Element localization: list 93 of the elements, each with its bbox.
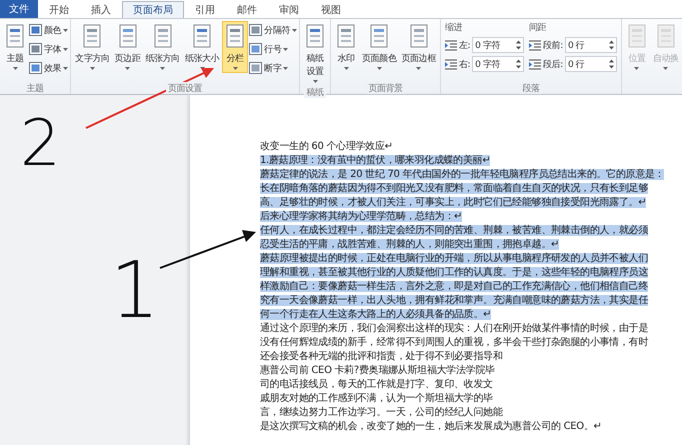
caret-icon bbox=[292, 28, 298, 32]
ribbon-button[interactable]: 字体 bbox=[29, 40, 68, 58]
ribbon-button[interactable]: 行号 bbox=[249, 40, 298, 58]
square-icon bbox=[249, 62, 262, 74]
square-icon bbox=[29, 43, 42, 55]
page-icon bbox=[116, 24, 139, 48]
ribbon-tab[interactable]: 开始 bbox=[38, 1, 80, 18]
text-line: 还会接受各种无端的批评和指责，处于得不到必要指导和 bbox=[260, 351, 503, 362]
page-icon bbox=[304, 24, 326, 48]
field-label: 段前: bbox=[543, 40, 563, 52]
group-label: 主题 bbox=[24, 82, 46, 94]
group-heading: 缩进 bbox=[444, 22, 464, 34]
spinner-arrows-icon bbox=[516, 40, 522, 50]
indent-icon bbox=[444, 58, 457, 70]
caret-icon bbox=[90, 67, 95, 70]
caret-icon bbox=[376, 67, 382, 70]
page-icon bbox=[408, 24, 430, 48]
caret-icon bbox=[283, 48, 288, 50]
page-icon bbox=[4, 24, 26, 48]
page-icon bbox=[81, 24, 104, 48]
spinner-arrows-icon bbox=[516, 59, 522, 69]
ribbon-tab[interactable]: 邮件 bbox=[226, 1, 268, 18]
ribbon-button[interactable]: 主题 bbox=[2, 21, 28, 73]
ribbon-tab[interactable]: 引用 bbox=[184, 1, 226, 18]
file-tab[interactable]: 文件 bbox=[0, 0, 38, 18]
caret-icon bbox=[63, 66, 68, 70]
ribbon-button[interactable]: 分隔符 bbox=[249, 21, 298, 39]
page-icon bbox=[368, 24, 390, 48]
ribbon-button[interactable]: 页面边框 bbox=[399, 21, 438, 73]
square-icon bbox=[29, 24, 42, 36]
ribbon-button[interactable]: 页边距 bbox=[112, 21, 142, 73]
group-label: 页面设置 bbox=[166, 82, 204, 94]
spin-field[interactable]: 0 字符 bbox=[472, 37, 524, 53]
spin-field[interactable]: 0 字符 bbox=[472, 56, 524, 72]
caret-icon bbox=[125, 67, 130, 70]
group-heading: 间距 bbox=[529, 22, 548, 34]
handwritten-number: 1 bbox=[110, 252, 160, 330]
page-icon bbox=[335, 24, 358, 48]
text-line: 通过这个原理的来历，我们会洞察出这样的现实：人们在刚开始做某件事情的时候，由于是 bbox=[260, 323, 648, 334]
text-line: 戚朋友对她的工作感到不满，认为一个斯坦福大学的毕 bbox=[260, 393, 493, 404]
page-icon bbox=[654, 24, 677, 48]
square-icon bbox=[29, 62, 42, 74]
ribbon-tab[interactable]: 视图 bbox=[310, 1, 352, 18]
ribbon-tab[interactable]: 页面布局 bbox=[122, 1, 184, 18]
field-label: 左: bbox=[458, 40, 470, 52]
indent-icon bbox=[529, 40, 542, 50]
ribbon-button[interactable]: 分栏 bbox=[222, 21, 248, 73]
caret-icon bbox=[283, 66, 288, 70]
ribbon-tab[interactable]: 审阅 bbox=[268, 1, 310, 18]
spinner-arrows-icon bbox=[608, 59, 614, 69]
field-label: 右: bbox=[458, 58, 470, 70]
page-icon bbox=[224, 24, 246, 48]
page-icon bbox=[152, 24, 174, 48]
caret-icon bbox=[663, 67, 668, 70]
caret-icon bbox=[63, 28, 68, 32]
text-line: 言，继续边努力工作边学习。一天，公司的经纪人问她能 bbox=[260, 407, 503, 418]
ribbon-tab[interactable]: 插入 bbox=[80, 1, 122, 18]
caret-icon bbox=[12, 67, 18, 70]
handwritten-number: 2 bbox=[20, 112, 61, 176]
ribbon-button[interactable]: 颜色 bbox=[29, 21, 68, 39]
text-line: 惠普公司前 CEO 卡莉?费奥瑞娜从斯坦福大学法学院毕 bbox=[260, 365, 495, 376]
caret-icon bbox=[160, 67, 166, 70]
caret-icon bbox=[634, 67, 640, 70]
spin-field[interactable]: 0 行 bbox=[564, 37, 617, 53]
ribbon-button[interactable]: 水印 bbox=[333, 21, 360, 73]
text-line: 没有任何辉煌成绩的新手，经常得不到周围人的重视，多半会干些打杂跑腿的小事情，有时 bbox=[260, 337, 648, 348]
spin-field[interactable]: 0 行 bbox=[564, 56, 617, 72]
indent-icon bbox=[444, 40, 457, 50]
ribbon-button[interactable]: 断字 bbox=[249, 59, 298, 77]
ribbon-button[interactable]: 纸张方向 bbox=[143, 21, 182, 73]
text-line: 司的电话接线员，每天的工作就是打字、复印、收发文 bbox=[260, 379, 493, 390]
ribbon-button[interactable]: 效果 bbox=[29, 59, 68, 77]
square-icon bbox=[249, 24, 262, 36]
field-label: 段后: bbox=[543, 58, 563, 70]
ribbon-button[interactable]: 纸张大小 bbox=[182, 21, 222, 73]
caret-icon bbox=[63, 48, 68, 50]
text-line: 是这次撰写文稿的机会，改变了她的一生，她后来发展成为惠普公司的 CEO。↵ bbox=[260, 421, 602, 432]
ribbon-button[interactable]: 稿纸设置 bbox=[302, 21, 328, 86]
indent-icon bbox=[529, 58, 542, 70]
spinner-arrows-icon bbox=[608, 40, 614, 50]
page-icon bbox=[191, 24, 214, 48]
caret-icon bbox=[344, 67, 349, 70]
text-line: 改变一生的 60 个心理学效应↵ bbox=[260, 141, 393, 152]
caret-icon bbox=[416, 67, 422, 70]
caret-icon bbox=[232, 67, 238, 70]
ribbon-button[interactable]: 文字方向 bbox=[73, 21, 112, 73]
ribbon-button[interactable]: 页面颜色 bbox=[360, 21, 398, 73]
group-label: 页面背景 bbox=[366, 82, 405, 94]
group-label: 稿纸 bbox=[304, 86, 326, 98]
square-icon bbox=[249, 43, 262, 55]
page-icon bbox=[626, 24, 648, 48]
group-label: 段落 bbox=[520, 82, 542, 94]
caret-icon bbox=[312, 80, 318, 83]
